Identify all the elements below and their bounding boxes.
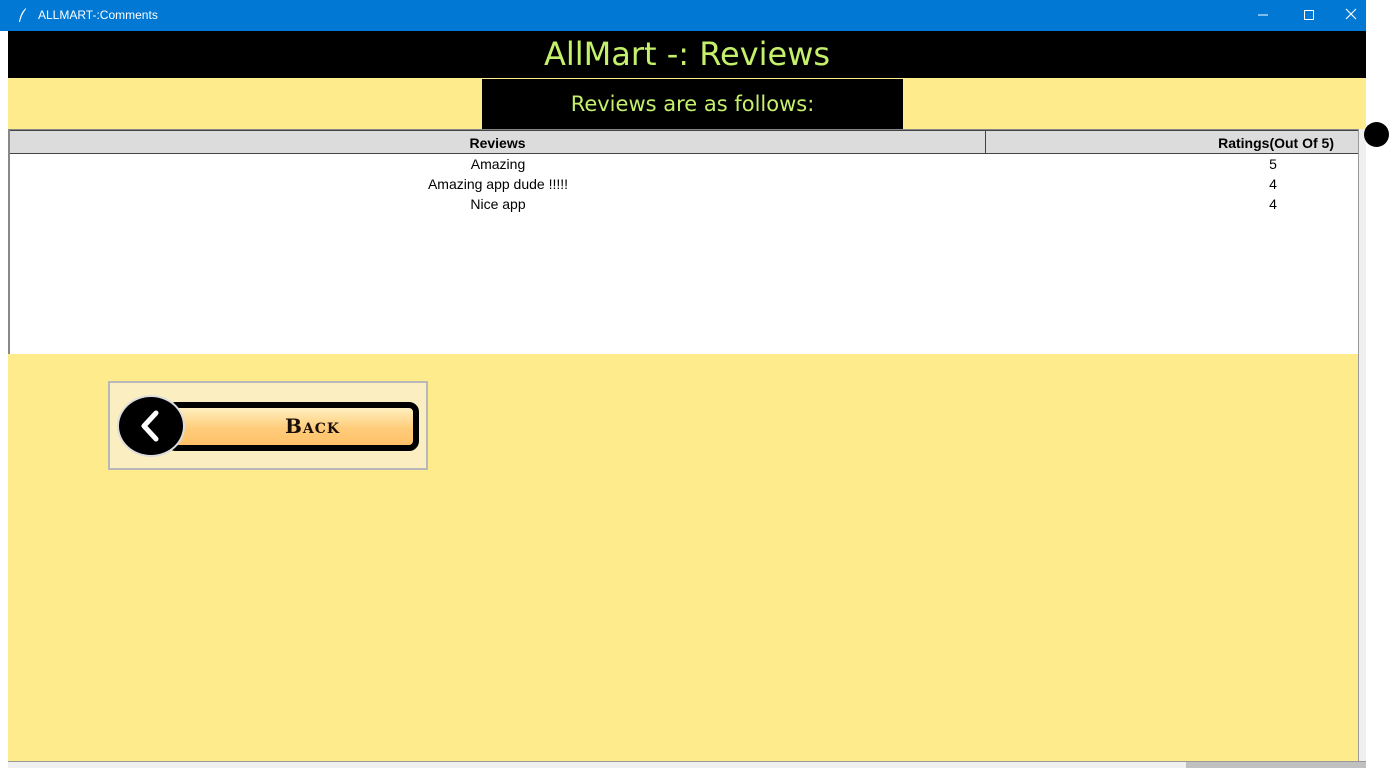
horizontal-scrollbar-thumb[interactable] bbox=[1186, 762, 1366, 768]
chevron-left-icon bbox=[117, 395, 185, 457]
window-title: ALLMART-:Comments bbox=[38, 8, 158, 22]
cursor-dot bbox=[1364, 122, 1389, 147]
horizontal-scrollbar[interactable] bbox=[8, 761, 1366, 768]
window-frame-right bbox=[1366, 0, 1390, 768]
back-button-label: Back bbox=[284, 414, 341, 438]
section-subtitle: Reviews are as follows: bbox=[482, 79, 903, 129]
table-row[interactable]: Nice app 4 bbox=[10, 194, 1360, 214]
vertical-scrollbar[interactable] bbox=[1358, 129, 1366, 761]
column-header-reviews[interactable]: Reviews bbox=[10, 131, 986, 153]
table-row[interactable]: Amazing 5 bbox=[10, 154, 1360, 174]
minimize-button[interactable] bbox=[1240, 0, 1286, 31]
close-icon bbox=[1345, 8, 1357, 23]
window-frame-left bbox=[0, 31, 8, 768]
maximize-icon bbox=[1304, 9, 1314, 23]
minimize-icon bbox=[1258, 9, 1268, 23]
table-body: Amazing 5 Amazing app dude !!!!! 4 Nice … bbox=[10, 154, 1360, 214]
column-header-ratings[interactable]: Ratings(Out Of 5) bbox=[986, 131, 1360, 153]
maximize-button[interactable] bbox=[1286, 0, 1332, 31]
page-title: AllMart -: Reviews bbox=[8, 31, 1366, 78]
review-text: Nice app bbox=[470, 196, 526, 212]
back-button[interactable]: Back bbox=[108, 381, 428, 470]
back-button-pill: Back bbox=[166, 402, 419, 451]
table-row[interactable]: Amazing app dude !!!!! 4 bbox=[10, 174, 1360, 194]
window-title-bar: ALLMART-:Comments bbox=[0, 0, 1366, 31]
rating-value: 5 bbox=[1269, 156, 1277, 172]
rating-value: 4 bbox=[1269, 196, 1277, 212]
table-header: Reviews Ratings(Out Of 5) bbox=[10, 130, 1360, 154]
feather-icon bbox=[18, 7, 28, 23]
reviews-table[interactable]: Reviews Ratings(Out Of 5) Amazing 5 Amaz… bbox=[8, 129, 1360, 354]
review-text: Amazing bbox=[470, 156, 526, 172]
review-text: Amazing app dude !!!!! bbox=[427, 176, 569, 192]
rating-value: 4 bbox=[1269, 176, 1277, 192]
